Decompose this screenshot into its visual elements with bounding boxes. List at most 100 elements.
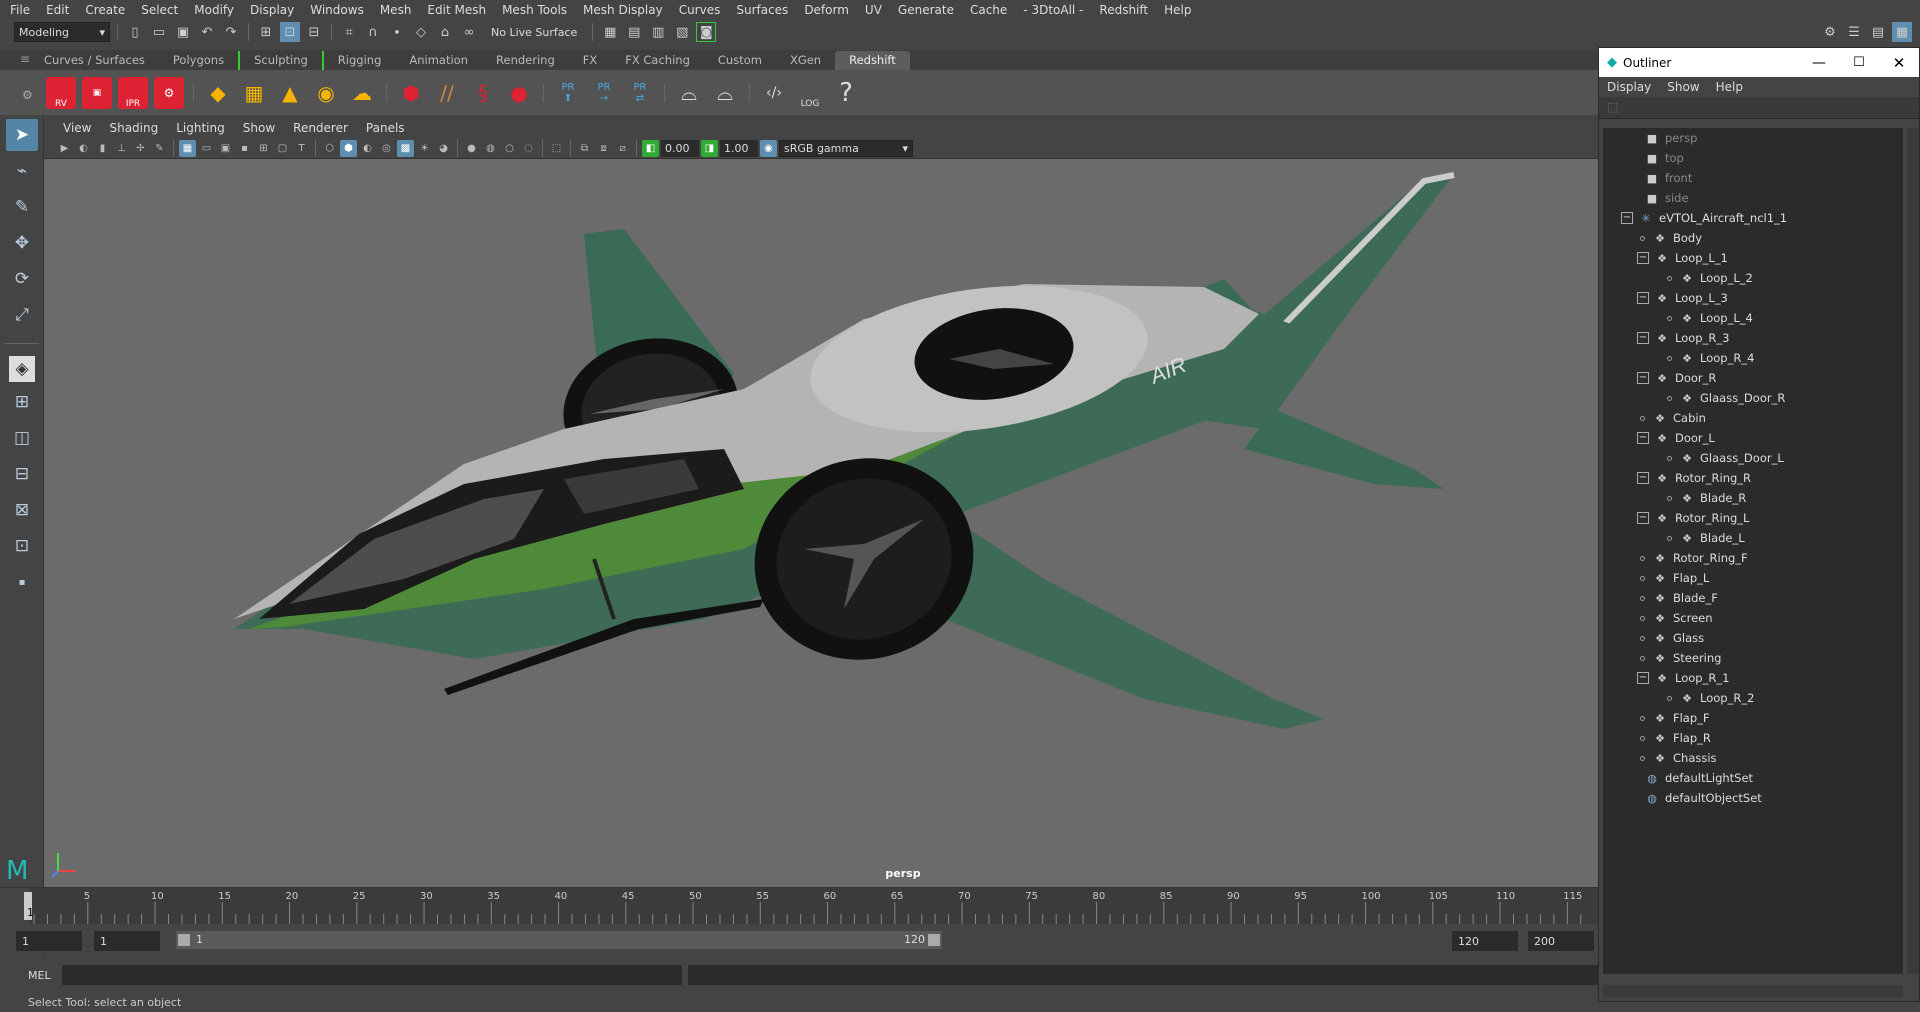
wireframe-icon[interactable]: ⬡ (321, 140, 338, 157)
outliner-item-loop-l-3[interactable]: − ❖ Loop_L_3 (1603, 288, 1903, 308)
shelf-tab-redshift[interactable]: Redshift (835, 51, 910, 70)
outliner-item-loop-r-1[interactable]: − ❖ Loop_R_1 (1603, 668, 1903, 688)
textured-icon[interactable]: ▩ (397, 139, 414, 157)
outliner-item-persp[interactable]: ■ persp (1603, 128, 1903, 148)
select-hierarchy-icon[interactable]: ⊞ (256, 22, 276, 42)
persp-outliner-icon[interactable]: ⊟ (6, 458, 38, 490)
outliner-item-glaass-door-l[interactable]: ❖ Glaass_Door_L (1603, 448, 1903, 468)
two-view-icon[interactable]: ◫ (6, 422, 38, 454)
outliner-vertical-scrollbar[interactable] (1907, 128, 1919, 974)
rs-render-view-icon[interactable]: RV (46, 76, 76, 109)
menu-windows[interactable]: Windows (304, 3, 374, 17)
end-frame-field[interactable]: 120 (1452, 931, 1518, 951)
anim-end-field[interactable]: 200 (1528, 931, 1594, 951)
rs-material-2-icon[interactable]: ⌓ (710, 77, 740, 109)
persp-graph-icon[interactable]: ⊠ (6, 494, 38, 526)
rs-point-light-icon[interactable]: ▲ (275, 77, 305, 109)
rs-settings-icon[interactable]: ⚙ (154, 76, 184, 109)
range-end-handle[interactable] (928, 934, 940, 946)
menu-edit[interactable]: Edit (40, 3, 79, 17)
ambient-occlusion-icon[interactable]: ● (463, 140, 480, 157)
menu-uv[interactable]: UV (859, 3, 892, 17)
stabilizer[interactable] (1244, 409, 1444, 489)
field-chart-icon[interactable]: ⊞ (255, 140, 272, 157)
save-scene-icon[interactable]: ▣ (173, 22, 193, 42)
shelf-tab-custom[interactable]: Custom (704, 51, 776, 70)
layout-icon[interactable]: ⊡ (6, 530, 38, 562)
undo-icon[interactable]: ↶ (197, 22, 217, 42)
rotate-tool-icon[interactable]: ⟳ (6, 263, 38, 295)
open-scene-icon[interactable]: ▭ (149, 22, 169, 42)
minimize-icon[interactable]: — (1799, 55, 1839, 71)
collapse-icon[interactable]: − (1637, 372, 1649, 384)
snap-view-icon[interactable]: ◇ (411, 22, 431, 42)
grid-icon[interactable]: ▦ (179, 139, 196, 157)
outliner-item-steering[interactable]: ❖ Steering (1603, 648, 1903, 668)
shelf-settings-gear-icon[interactable]: ⚙ (22, 88, 33, 102)
shelf-tab-fx-caching[interactable]: FX Caching (611, 51, 704, 70)
close-icon[interactable]: ✕ (1879, 54, 1919, 72)
wireframe-on-shaded-icon[interactable]: ◎ (378, 140, 395, 157)
viewport-menu-renderer[interactable]: Renderer (284, 121, 357, 135)
more-layouts-icon[interactable]: ▪ (6, 566, 38, 598)
menu-surfaces[interactable]: Surfaces (730, 3, 798, 17)
outliner-item-body[interactable]: ❖ Body (1603, 228, 1903, 248)
image-plane-icon[interactable]: ⊥ (113, 140, 130, 157)
maximize-icon[interactable]: ☐ (1839, 55, 1879, 70)
snap-grid-icon[interactable]: ⌗ (339, 22, 359, 42)
collapse-icon[interactable]: − (1637, 332, 1649, 344)
shelf-tab-animation[interactable]: Animation (395, 51, 482, 70)
outliner-horizontal-scrollbar[interactable] (1603, 985, 1903, 997)
collapse-icon[interactable]: − (1637, 672, 1649, 684)
rs-sun-light-icon[interactable]: ☁ (347, 77, 377, 109)
outliner-item-loop-r-4[interactable]: ❖ Loop_R_4 (1603, 348, 1903, 368)
menu-mesh[interactable]: Mesh (374, 3, 422, 17)
command-input[interactable] (62, 965, 682, 985)
viewport-menu-view[interactable]: View (54, 121, 100, 135)
snap-live-icon[interactable]: ∞ (459, 22, 479, 42)
outliner-item-rotor-ring-r[interactable]: − ❖ Rotor_Ring_R (1603, 468, 1903, 488)
shelf-tab-fx[interactable]: FX (569, 51, 612, 70)
exposure-icon[interactable]: ◧ (642, 139, 659, 157)
outliner-item-defaultlightset[interactable]: ◍ defaultLightSet (1603, 768, 1903, 788)
rs-code-icon[interactable]: ‹/› (759, 77, 789, 109)
outliner-item-blade-r[interactable]: ❖ Blade_R (1603, 488, 1903, 508)
gamma-icon[interactable]: ◨ (701, 139, 718, 157)
rs-material-icon[interactable]: ⌓ (674, 77, 704, 109)
rs-area-light-icon[interactable]: ◆ (203, 77, 233, 109)
outliner-search-bar[interactable]: ⬚ (1599, 97, 1919, 119)
select-component-icon[interactable]: ⊟ (304, 22, 324, 42)
time-slider[interactable]: 5 10 15 20 25 30 35 40 45 50 55 60 65 70 75 80 85 90 95 100… (0, 887, 1598, 924)
aircraft-model[interactable]: AIR (44, 159, 1598, 887)
rs-render-icon[interactable]: ▣ (82, 76, 112, 109)
outliner-item-cabin[interactable]: ❖ Cabin (1603, 408, 1903, 428)
outliner-menu-display[interactable]: Display (1607, 80, 1659, 94)
gamma-field[interactable]: 1.00 (720, 139, 758, 157)
outliner-item-chassis[interactable]: ❖ Chassis (1603, 748, 1903, 768)
exposure-field[interactable]: 0.00 (661, 139, 699, 157)
menu-generate[interactable]: Generate (892, 3, 964, 17)
collapse-icon[interactable]: − (1637, 472, 1649, 484)
start-frame-field[interactable]: 1 (16, 931, 82, 951)
outliner-item-blade-f[interactable]: ❖ Blade_F (1603, 588, 1903, 608)
outliner-item-top[interactable]: ■ top (1603, 148, 1903, 168)
four-view-icon[interactable]: ⊞ (6, 386, 38, 418)
outliner-item-loop-l-4[interactable]: ❖ Loop_L_4 (1603, 308, 1903, 328)
collapse-icon[interactable]: − (1621, 212, 1633, 224)
shelf-tab-xgen[interactable]: XGen (776, 51, 835, 70)
scale-tool-icon[interactable]: ⤢ (6, 299, 38, 331)
select-camera-icon[interactable]: ▶ (56, 140, 73, 157)
rs-hair-icon[interactable]: ∕∕ (432, 77, 462, 109)
isolate-select-icon[interactable]: ⬚ (548, 140, 565, 157)
menu-mesh-tools[interactable]: Mesh Tools (496, 3, 577, 17)
outliner-item-root[interactable]: − ✳ eVTOL_Aircraft_ncl1_1 (1603, 208, 1903, 228)
rs-volume-icon[interactable]: § (468, 77, 498, 109)
resolution-gate-icon[interactable]: ▣ (217, 140, 234, 157)
move-tool-icon[interactable]: ✥ (6, 227, 38, 259)
collapse-icon[interactable]: − (1637, 292, 1649, 304)
ipr-render-icon[interactable]: ▥ (648, 22, 668, 42)
range-slider[interactable]: 1 120 (176, 931, 942, 949)
anti-aliasing-icon[interactable]: ○ (501, 140, 518, 157)
snap-point-icon[interactable]: ∙ (387, 22, 407, 42)
paint-select-icon[interactable]: ✎ (6, 191, 38, 223)
